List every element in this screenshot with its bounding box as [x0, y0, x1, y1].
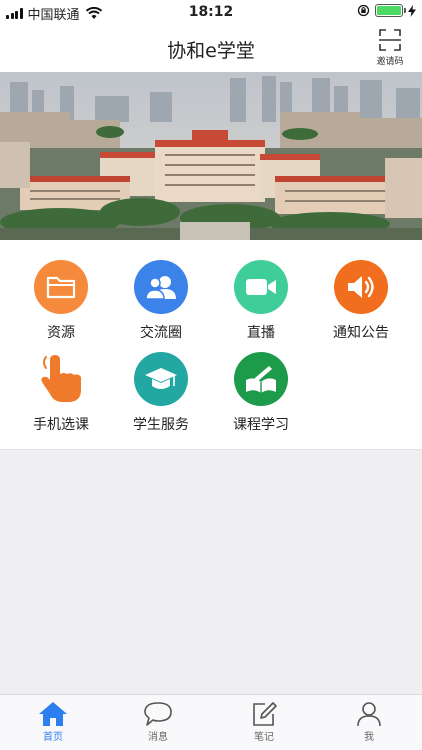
chat-bubble-icon: [144, 702, 172, 726]
status-right: [357, 4, 416, 17]
feature-circle: [34, 352, 88, 406]
battery-icon: [375, 4, 406, 17]
tab-label: 我: [364, 732, 374, 743]
feature-label: 通知公告: [333, 325, 389, 341]
tab-label: 首页: [43, 732, 63, 743]
page-title: 协和e学堂: [167, 40, 255, 62]
feature-resources[interactable]: 资源: [11, 260, 111, 342]
campus-banner[interactable]: [0, 72, 422, 240]
nav-bar: 协和e学堂 邀请码: [0, 24, 422, 72]
feature-label: 课程学习: [233, 417, 289, 433]
feature-label: 学生服务: [133, 417, 189, 433]
feature-circle: [234, 260, 288, 314]
status-bar: 中国联通 18:12: [0, 0, 422, 24]
tap-hand-icon: [41, 355, 81, 402]
invite-code-label: 邀请码: [376, 57, 404, 67]
tab-messages[interactable]: 消息: [123, 701, 193, 743]
feature-label: 手机选课: [33, 417, 89, 433]
speaker-icon: [348, 276, 374, 298]
tab-label: 笔记: [254, 732, 274, 743]
feature-label: 资源: [47, 325, 75, 341]
scan-qr-icon: [379, 29, 401, 51]
graduation-cap-icon: [145, 368, 177, 389]
campus-photo: [0, 72, 422, 240]
note-edit-icon: [253, 702, 277, 726]
invite-code-button[interactable]: 邀请码: [372, 28, 408, 67]
feature-community[interactable]: 交流圈: [111, 260, 211, 342]
feature-course-selection[interactable]: 手机选课: [11, 352, 111, 434]
charging-bolt-icon: [408, 4, 416, 17]
tab-notes[interactable]: 笔记: [229, 701, 299, 743]
book-pen-icon: [246, 366, 276, 393]
feature-circle: [34, 260, 88, 314]
orientation-lock-icon: [357, 4, 370, 17]
person-icon: [357, 702, 381, 727]
feature-student-services[interactable]: 学生服务: [111, 352, 211, 434]
feature-circle: [134, 260, 188, 314]
tab-home[interactable]: 首页: [18, 701, 88, 743]
feature-live[interactable]: 直播: [211, 260, 311, 342]
tab-bar: 首页 消息 笔记 我: [0, 694, 422, 750]
feature-circle: [234, 352, 288, 406]
feature-circle: [334, 260, 388, 314]
tab-label: 消息: [148, 732, 168, 743]
folder-icon: [46, 276, 76, 299]
feature-circle: [134, 352, 188, 406]
users-icon: [145, 276, 176, 300]
feature-course-study[interactable]: 课程学习: [211, 352, 311, 434]
feature-label: 交流圈: [140, 325, 182, 341]
video-camera-icon: [246, 279, 276, 295]
feature-grid: 资源 交流圈 直播 通知公告 手机选课 学生服务 课程学习: [0, 240, 422, 450]
feature-label: 直播: [247, 325, 275, 341]
feature-notices[interactable]: 通知公告: [311, 260, 411, 342]
home-icon: [39, 702, 67, 726]
tab-me[interactable]: 我: [334, 701, 404, 743]
